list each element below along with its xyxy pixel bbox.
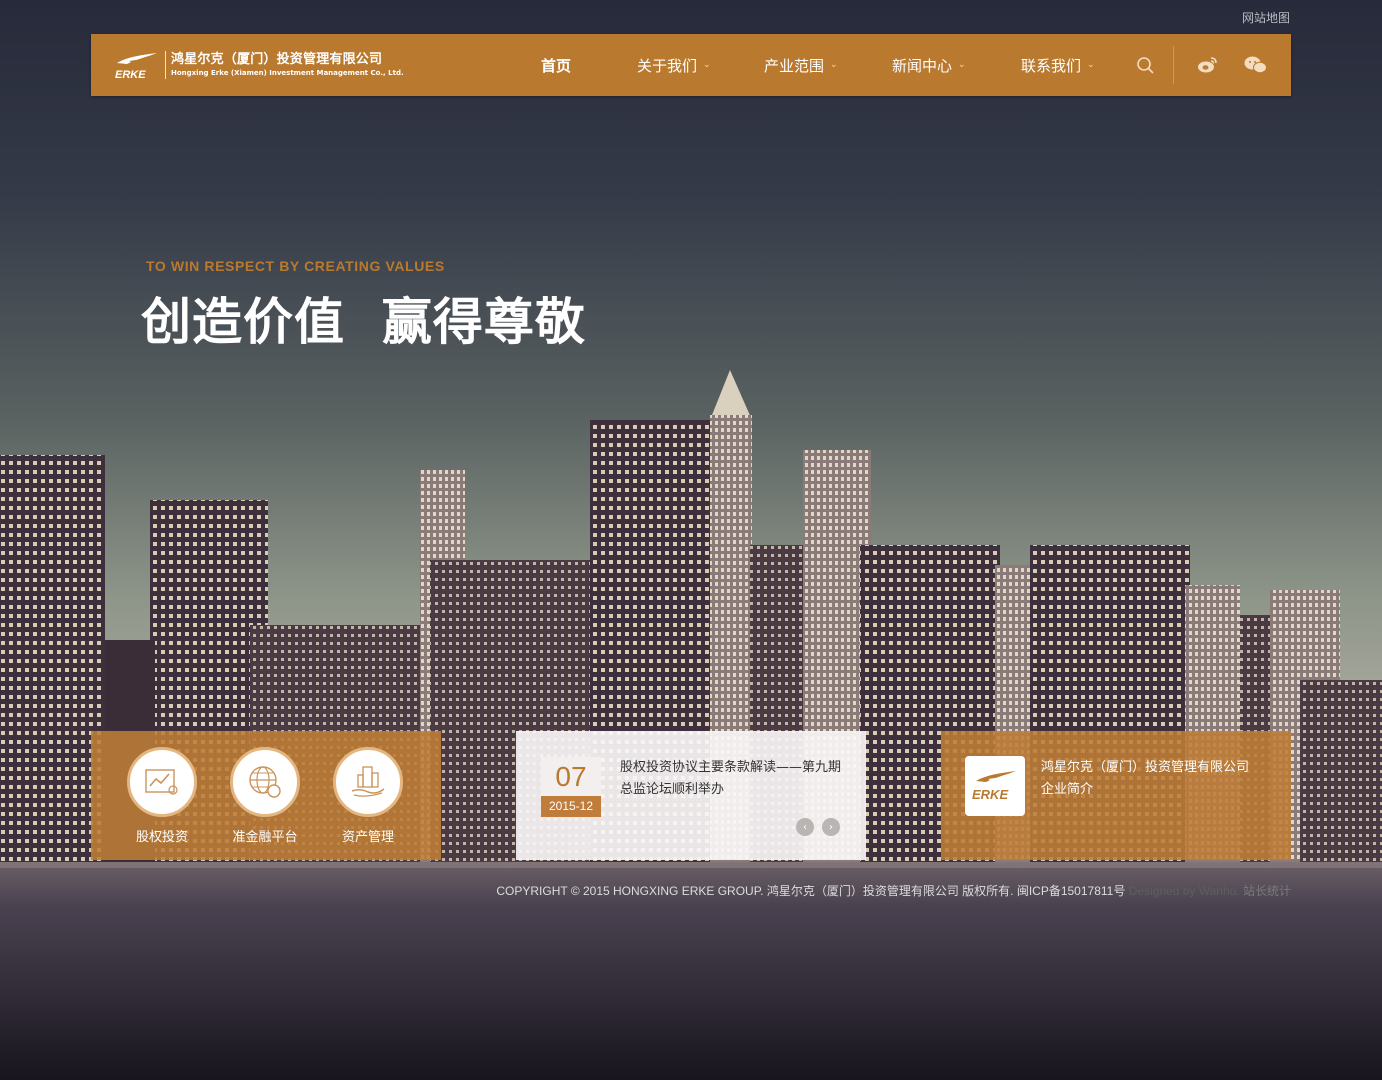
erke-logo-icon: ERKE	[113, 47, 161, 83]
footer: COPYRIGHT © 2015 HONGXING ERKE GROUP. 鸿星…	[496, 882, 1291, 899]
nav-item-label: 产业范围	[764, 56, 825, 75]
service-label: 股权投资	[135, 830, 188, 845]
nav-item-news[interactable]: 新闻中心 ⌄	[892, 34, 966, 96]
company-logo[interactable]: ERKE 鸿星尔克（厦门）投资管理有限公司 Hongxing Erke (Xia…	[113, 47, 417, 83]
chevron-down-icon: ⌄	[703, 60, 711, 70]
nav-item-label: 新闻中心	[892, 56, 953, 75]
service-asset-management[interactable]: 资产管理	[328, 747, 408, 845]
nav-item-contact[interactable]: 联系我们 ⌄	[1021, 34, 1095, 96]
chevron-down-icon: ⌄	[830, 60, 838, 70]
hero-title: 创造价值 赢得尊敬	[141, 293, 586, 351]
sitemap-link[interactable]: 网站地图	[1242, 9, 1290, 26]
service-equity-investment[interactable]: 股权投资	[122, 747, 202, 845]
news-panel: 07 2015-12 股权投资协议主要条款解读——第九期总监论坛顺利举办 ‹ ›	[516, 731, 866, 860]
about-logo-text: ERKE	[972, 787, 1008, 802]
service-label: 资产管理	[341, 830, 394, 845]
nav-separator	[1173, 46, 1174, 84]
footer-designed-by[interactable]: Designed by Wanhu.	[1129, 884, 1240, 898]
logo-divider	[165, 51, 166, 79]
nav-item-about[interactable]: 关于我们 ⌄	[637, 34, 711, 96]
service-label: 准金融平台	[232, 830, 298, 845]
news-date-month: 2015-12	[541, 796, 601, 817]
footer-stats-link[interactable]: 站长统计	[1243, 884, 1291, 898]
services-panel: 股权投资 准金融平台 资产管理	[91, 731, 441, 860]
chevron-left-icon[interactable]: ‹	[796, 818, 814, 836]
nav-item-industry[interactable]: 产业范围 ⌄	[764, 34, 838, 96]
news-date-badge[interactable]: 07 2015-12	[541, 757, 601, 817]
news-date-day: 07	[541, 757, 601, 796]
company-name-cn: 鸿星尔克（厦门）投资管理有限公司	[171, 52, 383, 67]
hero-subtitle: TO WIN RESPECT BY CREATING VALUES	[146, 258, 445, 274]
nav-item-label: 关于我们	[637, 56, 698, 75]
nav-item-label: 首页	[541, 56, 572, 75]
chevron-down-icon: ⌄	[1087, 60, 1095, 70]
footer-copyright: COPYRIGHT © 2015 HONGXING ERKE GROUP. 鸿星…	[496, 884, 1126, 898]
news-title-link[interactable]: 股权投资协议主要条款解读——第九期总监论坛顺利举办	[620, 757, 844, 801]
hero-background-cityscape	[0, 0, 1382, 1080]
company-name-en: Hongxing Erke (Xiamen) Investment Manage…	[171, 69, 404, 77]
building-hand-icon	[333, 747, 403, 817]
search-icon[interactable]	[1133, 53, 1157, 77]
about-company-link[interactable]: 鸿星尔克（厦门）投资管理有限公司企业简介	[1041, 757, 1261, 801]
chart-trend-icon	[127, 747, 197, 817]
about-panel[interactable]: ERKE 鸿星尔克（厦门）投资管理有限公司企业简介	[941, 731, 1291, 860]
chevron-right-icon[interactable]: ›	[822, 818, 840, 836]
nav-item-label: 联系我们	[1021, 56, 1082, 75]
chevron-down-icon: ⌄	[958, 60, 966, 70]
nav-item-home[interactable]: 首页	[541, 34, 571, 96]
wechat-icon[interactable]	[1243, 53, 1267, 77]
service-quasi-finance[interactable]: 准金融平台	[225, 747, 305, 845]
erke-logo-icon: ERKE	[965, 756, 1025, 816]
logo-text: 鸿星尔克（厦门）投资管理有限公司 Hongxing Erke (Xiamen) …	[171, 52, 404, 78]
main-navbar: ERKE 鸿星尔克（厦门）投资管理有限公司 Hongxing Erke (Xia…	[91, 34, 1291, 96]
logo-mark-text: ERKE	[115, 69, 146, 81]
globe-coin-icon	[230, 747, 300, 817]
weibo-icon[interactable]	[1196, 53, 1220, 77]
